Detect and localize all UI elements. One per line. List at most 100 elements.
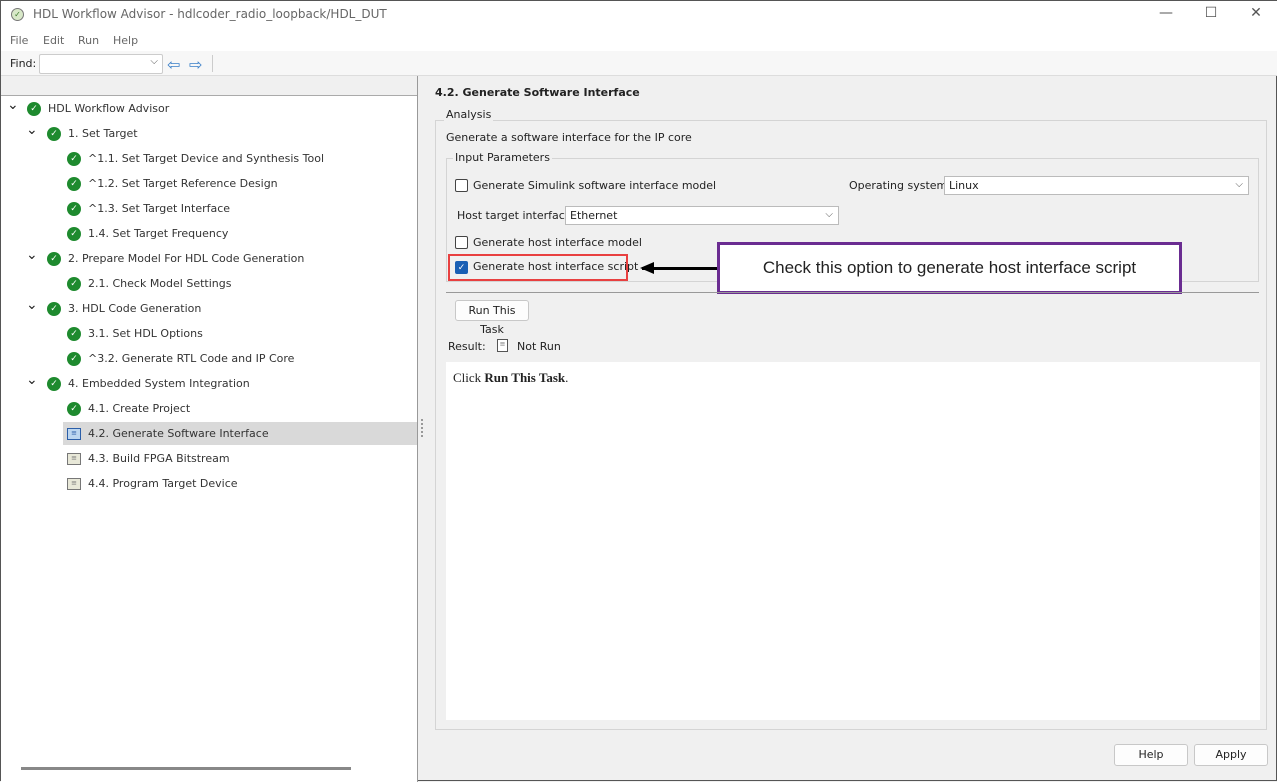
tree-item[interactable]: ⌄ ✓ 4. Embedded System Integration [1, 372, 417, 395]
tree-item-label: 4.3. Build FPGA Bitstream [88, 452, 230, 465]
back-arrow-icon[interactable]: ⇦ [167, 55, 180, 74]
tree-item[interactable]: ≡ 4.2. Generate Software Interface [63, 422, 417, 445]
tree-item[interactable]: ✓ 4.1. Create Project [63, 397, 417, 420]
apply-button[interactable]: Apply [1194, 744, 1268, 766]
chevron-down-icon[interactable]: ⌄ [26, 372, 38, 388]
result-label: Result: [448, 340, 486, 353]
chevron-down-icon[interactable]: ⌄ [7, 97, 19, 113]
result-output-area [446, 362, 1260, 720]
maximize-button[interactable]: ☐ [1196, 5, 1226, 25]
tree-item-label: 1.4. Set Target Frequency [88, 227, 229, 240]
os-value: Linux [949, 179, 979, 192]
gen-host-script-label: Generate host interface script [473, 260, 639, 273]
task-tree: ⌄ ✓ HDL Workflow Advisor ⌄ ✓ 1. Set Target ✓ ^1… [1, 97, 417, 497]
minimize-button[interactable]: — [1151, 5, 1181, 25]
chevron-down-icon: ⌵ [150, 56, 158, 67]
task-title: 4.2. Generate Software Interface [435, 86, 640, 99]
menu-help[interactable]: Help [113, 34, 138, 47]
document-icon: ≡ [497, 339, 508, 352]
chevron-down-icon[interactable]: ⌄ [26, 122, 38, 138]
tree-item[interactable]: ✓ ^1.2. Set Target Reference Design [63, 172, 417, 195]
check-circle-icon: ✓ [67, 326, 81, 341]
gen-host-script-checkbox[interactable]: ✓ [455, 260, 468, 274]
tree-header [1, 76, 417, 96]
task-document-icon: ≡ [67, 477, 81, 490]
check-circle-icon: ✓ [67, 401, 81, 416]
chevron-down-icon[interactable]: ⌄ [26, 297, 38, 313]
gen-host-model-checkbox[interactable] [455, 236, 468, 252]
tree-item-label: 2. Prepare Model For HDL Code Generation [68, 252, 305, 265]
os-select[interactable]: Linux ⌵ [944, 176, 1249, 195]
output-suffix: . [565, 370, 569, 385]
help-button[interactable]: Help [1114, 744, 1188, 766]
gen-simulink-label: Generate Simulink software interface mod… [473, 179, 717, 192]
tree-item[interactable]: ⌄ ✓ 1. Set Target [1, 122, 417, 145]
check-circle-icon: ✓ [67, 276, 81, 291]
splitter-handle[interactable] [421, 419, 424, 437]
toolbar-divider [212, 55, 213, 72]
tree-item[interactable]: ⌄ ✓ 3. HDL Code Generation [1, 297, 417, 320]
divider [446, 292, 1259, 293]
check-circle-icon: ✓ [47, 301, 61, 316]
check-circle-icon: ✓ [27, 101, 41, 116]
input-parameters-label: Input Parameters [453, 151, 552, 164]
tree-item-label: ^3.2. Generate RTL Code and IP Core [88, 352, 295, 365]
forward-arrow-icon[interactable]: ⇨ [189, 55, 202, 74]
close-button[interactable]: ✕ [1241, 5, 1271, 25]
tree-item-label: 1. Set Target [68, 127, 138, 140]
horizontal-scrollbar[interactable] [21, 767, 351, 770]
window-title: HDL Workflow Advisor - hdlcoder_radio_lo… [33, 7, 387, 21]
tree-item[interactable]: ✓ ^1.1. Set Target Device and Synthesis T… [63, 147, 417, 170]
output-bold: Run This Task [484, 370, 566, 385]
menu-edit[interactable]: Edit [43, 34, 64, 47]
check-circle-icon: ✓ [47, 126, 61, 141]
tree-item-label: 3.1. Set HDL Options [88, 327, 203, 340]
check-circle-icon: ✓ [67, 351, 81, 366]
tree-item[interactable]: ≡ 4.3. Build FPGA Bitstream [63, 447, 417, 470]
callout-box: Check this option to generate host inter… [717, 242, 1182, 294]
gen-simulink-checkbox[interactable] [455, 179, 468, 195]
task-description: Generate a software interface for the IP… [446, 131, 692, 144]
chevron-down-icon: ⌵ [1235, 179, 1243, 190]
tree-item-label: ^1.2. Set Target Reference Design [88, 177, 278, 190]
tree-item-label: ^1.1. Set Target Device and Synthesis To… [88, 152, 324, 165]
host-iface-label: Host target interface [457, 209, 572, 222]
tree-item[interactable]: ✓ 3.1. Set HDL Options [63, 322, 417, 345]
host-iface-value: Ethernet [570, 209, 618, 222]
tree-item[interactable]: ✓ ^3.2. Generate RTL Code and IP Core [63, 347, 417, 370]
tree-item-label: 4.2. Generate Software Interface [88, 427, 269, 440]
tree-item[interactable]: ✓ 1.4. Set Target Frequency [63, 222, 417, 245]
tree-item[interactable]: ⌄ ✓ 2. Prepare Model For HDL Code Generati… [1, 247, 417, 270]
find-input[interactable]: ⌵ [39, 54, 163, 74]
menu-bar [1, 29, 1277, 51]
menu-file[interactable]: File [10, 34, 28, 47]
tree-item[interactable]: ⌄ ✓ HDL Workflow Advisor [1, 97, 417, 120]
find-label: Find: [10, 57, 37, 70]
tree-item[interactable]: ✓ ^1.3. Set Target Interface [63, 197, 417, 220]
app-icon: ✓ [11, 8, 24, 21]
analysis-label: Analysis [444, 108, 494, 121]
os-label: Operating system: [849, 179, 951, 192]
check-circle-icon: ✓ [67, 151, 81, 166]
result-output-text: Click Run This Task. [453, 370, 568, 386]
chevron-down-icon: ⌵ [825, 209, 833, 220]
tree-item-label: 2.1. Check Model Settings [88, 277, 232, 290]
task-document-icon: ≡ [67, 452, 81, 465]
chevron-down-icon[interactable]: ⌄ [26, 247, 38, 263]
host-iface-select[interactable]: Ethernet ⌵ [565, 206, 839, 225]
tree-item[interactable]: ≡ 4.4. Program Target Device [63, 472, 417, 495]
task-document-icon: ≡ [67, 427, 81, 440]
arrow-head-icon [640, 262, 654, 274]
check-circle-icon: ✓ [47, 251, 61, 266]
tree-item-label: HDL Workflow Advisor [48, 102, 170, 115]
tree-item-label: ^1.3. Set Target Interface [88, 202, 231, 215]
tree-item-label: 4.1. Create Project [88, 402, 191, 415]
tree-item[interactable]: ✓ 2.1. Check Model Settings [63, 272, 417, 295]
check-circle-icon: ✓ [67, 176, 81, 191]
output-prefix: Click [453, 370, 485, 385]
tree-item-label: 4. Embedded System Integration [68, 377, 250, 390]
run-this-task-button[interactable]: Run This Task [455, 300, 529, 336]
tree-item-label: 3. HDL Code Generation [68, 302, 202, 315]
menu-run[interactable]: Run [78, 34, 99, 47]
result-value: Not Run [517, 340, 561, 353]
